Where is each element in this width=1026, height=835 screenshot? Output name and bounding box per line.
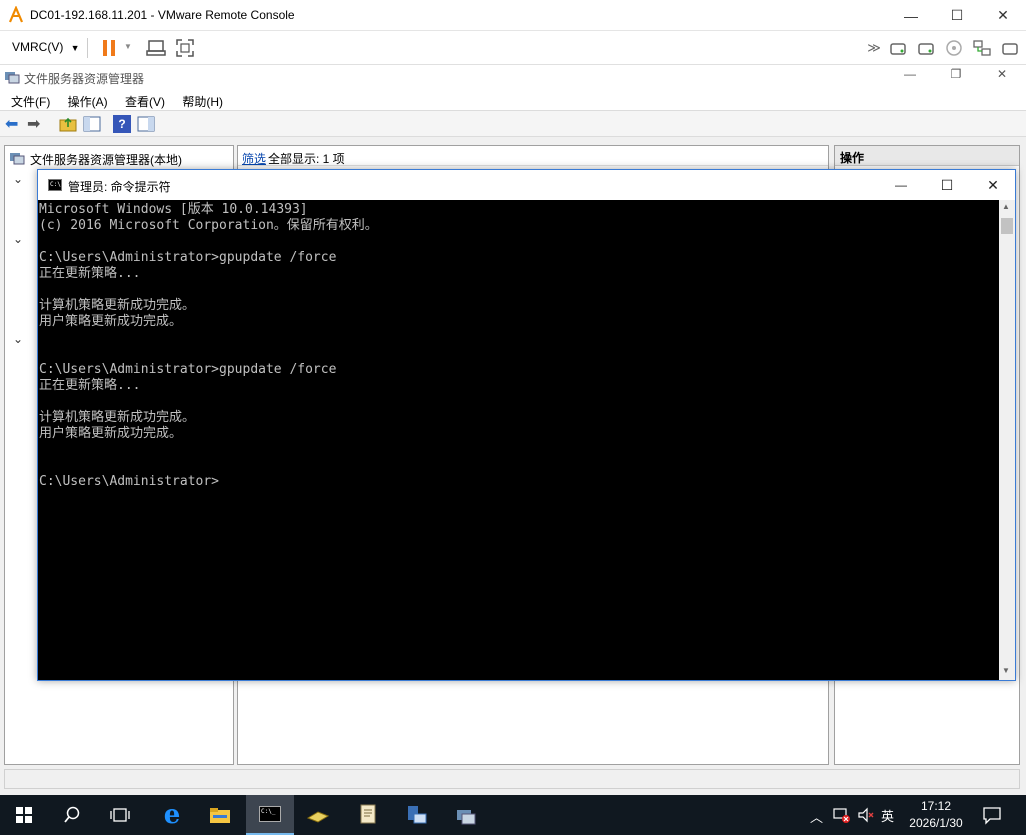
- expand-chevron-icon[interactable]: ⌄: [13, 172, 23, 186]
- volume-muted-icon[interactable]: [857, 806, 875, 827]
- cmd-scrollbar[interactable]: ▲ ▼: [999, 200, 1015, 680]
- console-line: ​: [39, 282, 999, 298]
- show-hidden-icons-chevron-icon[interactable]: ︿: [810, 807, 823, 826]
- show-hide-tree-icon[interactable]: [83, 115, 101, 133]
- console-line: ​: [39, 458, 999, 474]
- console-line: 用户策略更新成功完成。: [39, 314, 183, 329]
- windows-logo-icon: [16, 807, 32, 823]
- console-line: 计算机策略更新成功完成。: [39, 298, 196, 313]
- fsrm-toolbar: ⬅ ➡ ?: [0, 111, 1026, 137]
- cmd-window[interactable]: C:\ 管理员: 命令提示符 — ☐ ✕ Microsoft Windows […: [37, 169, 1016, 681]
- vmrc-menu-label: VMRC(V): [12, 40, 64, 54]
- pause-dropdown-icon[interactable]: ▼: [124, 42, 132, 51]
- fsrm-root-icon: [9, 150, 25, 166]
- console-line: ​: [39, 330, 999, 346]
- search-icon[interactable]: [48, 795, 96, 835]
- menu-action[interactable]: 操作(A): [68, 95, 108, 109]
- console-line: 计算机策略更新成功完成。: [39, 410, 196, 425]
- fsrm-minimize-button[interactable]: —: [898, 67, 922, 87]
- expand-chevron-icon[interactable]: ⌄: [13, 332, 23, 346]
- back-arrow-icon[interactable]: ⬅: [5, 114, 18, 134]
- taskbar: e C:\_ ︿ 英 17:12 2026/1/30: [0, 795, 1026, 835]
- toolbar-divider: [87, 38, 88, 58]
- menu-help[interactable]: 帮助(H): [182, 95, 223, 109]
- clock-date: 2026/1/30: [909, 816, 963, 830]
- tree-root-item[interactable]: 文件服务器资源管理器(本地): [30, 151, 182, 168]
- fullscreen-icon[interactable]: [175, 38, 195, 61]
- fsrm-app-icon: [4, 69, 20, 85]
- more-options-icon[interactable]: ≫: [864, 38, 884, 58]
- console-line: ​: [39, 394, 999, 410]
- removable-device-icon[interactable]: [888, 38, 908, 61]
- console-line: ​: [39, 234, 999, 250]
- cmd-title: 管理员: 命令提示符: [68, 180, 171, 194]
- forward-arrow-icon[interactable]: ➡: [27, 114, 40, 134]
- filter-bar: 筛选 全部显示: 1 项: [238, 146, 828, 166]
- filter-link[interactable]: 筛选: [242, 150, 266, 167]
- start-button[interactable]: [0, 795, 48, 835]
- network-adapter-icon[interactable]: [972, 38, 992, 61]
- console-line: C:\Users\Administrator>gpupdate /force: [39, 362, 337, 377]
- fsrm-titlebar: 文件服务器资源管理器 — ❐ ✕: [0, 65, 1026, 89]
- console-line: 正在更新策略...: [39, 266, 141, 281]
- cmd-app-icon: C:\: [48, 179, 62, 191]
- cmd-maximize-button[interactable]: ☐: [924, 170, 970, 200]
- cmd-console[interactable]: Microsoft Windows [版本 10.0.14393] (c) 201…: [38, 200, 999, 680]
- cmd-taskbar-icon[interactable]: C:\_: [246, 795, 294, 835]
- ime-indicator[interactable]: 英: [881, 806, 894, 825]
- pause-icon[interactable]: [102, 39, 116, 57]
- task-view-icon[interactable]: [96, 795, 144, 835]
- scroll-up-arrow-icon[interactable]: ▲: [1002, 202, 1010, 211]
- system-clock[interactable]: 17:12 2026/1/30: [904, 798, 968, 832]
- notification-center-icon[interactable]: [982, 805, 1002, 828]
- maximize-button[interactable]: ☐: [934, 0, 980, 31]
- fsrm-restore-button[interactable]: ❐: [944, 67, 968, 87]
- fsrm-title: 文件服务器资源管理器: [24, 72, 145, 86]
- cmd-close-button[interactable]: ✕: [970, 170, 1016, 200]
- server-manager-tool-icon[interactable]: [294, 795, 342, 835]
- show-hide-action-pane-icon[interactable]: [137, 115, 155, 133]
- status-bar: [4, 769, 1020, 789]
- internet-explorer-icon[interactable]: e: [148, 795, 196, 835]
- console-line: ​: [39, 442, 999, 458]
- console-line: Microsoft Windows [版本 10.0.14393]: [39, 202, 308, 217]
- menu-file[interactable]: 文件(F): [11, 95, 50, 109]
- vmrc-titlebar: DC01-192.168.11.201 - VMware Remote Cons…: [0, 0, 1026, 31]
- clock-time: 17:12: [920, 799, 952, 813]
- cmd-minimize-button[interactable]: —: [878, 170, 924, 200]
- vmware-logo-icon: [8, 5, 24, 24]
- fsrm-close-button[interactable]: ✕: [990, 67, 1014, 87]
- minimize-button[interactable]: —: [888, 0, 934, 31]
- cmd-titlebar: C:\ 管理员: 命令提示符 — ☐ ✕: [38, 170, 1015, 200]
- expand-chevron-icon[interactable]: ⌄: [13, 232, 23, 246]
- usb-device-icon[interactable]: [1000, 38, 1020, 61]
- cd-rom-icon[interactable]: [944, 38, 964, 61]
- network-computer-icon[interactable]: [393, 795, 441, 835]
- actions-header: 操作: [835, 146, 1019, 166]
- filter-text: 全部显示: 1 项: [268, 152, 345, 166]
- network-warning-icon[interactable]: [832, 806, 850, 827]
- console-line: 用户策略更新成功完成。: [39, 426, 183, 441]
- window-title: DC01-192.168.11.201 - VMware Remote Cons…: [30, 8, 295, 22]
- send-ctrl-alt-del-icon[interactable]: [146, 38, 166, 61]
- console-line: (c) 2016 Microsoft Corporation。保留所有权利。: [39, 218, 378, 233]
- chevron-down-icon: ▼: [70, 43, 80, 53]
- menu-view[interactable]: 查看(V): [125, 95, 165, 109]
- scroll-down-arrow-icon[interactable]: ▼: [1002, 666, 1010, 675]
- close-button[interactable]: ✕: [980, 0, 1026, 31]
- fsrm-taskbar-icon[interactable]: [442, 795, 490, 835]
- vmrc-menu-button[interactable]: VMRC(V) ▼: [12, 40, 80, 54]
- console-line: C:\Users\Administrator>: [39, 474, 220, 489]
- notepad-script-icon[interactable]: [344, 795, 392, 835]
- console-line: C:\Users\Administrator>gpupdate /force: [39, 250, 337, 265]
- hard-disk-icon[interactable]: [916, 38, 936, 61]
- fsrm-menubar: 文件(F) 操作(A) 查看(V) 帮助(H): [0, 89, 1026, 111]
- console-line: ​: [39, 346, 999, 362]
- file-explorer-icon[interactable]: [196, 795, 244, 835]
- vmrc-toolbar: VMRC(V) ▼ ▼ ≫: [0, 31, 1026, 65]
- console-line: 正在更新策略...: [39, 378, 141, 393]
- help-icon[interactable]: ?: [113, 115, 131, 133]
- scrollbar-thumb[interactable]: [1001, 218, 1013, 234]
- up-folder-icon[interactable]: [59, 115, 77, 133]
